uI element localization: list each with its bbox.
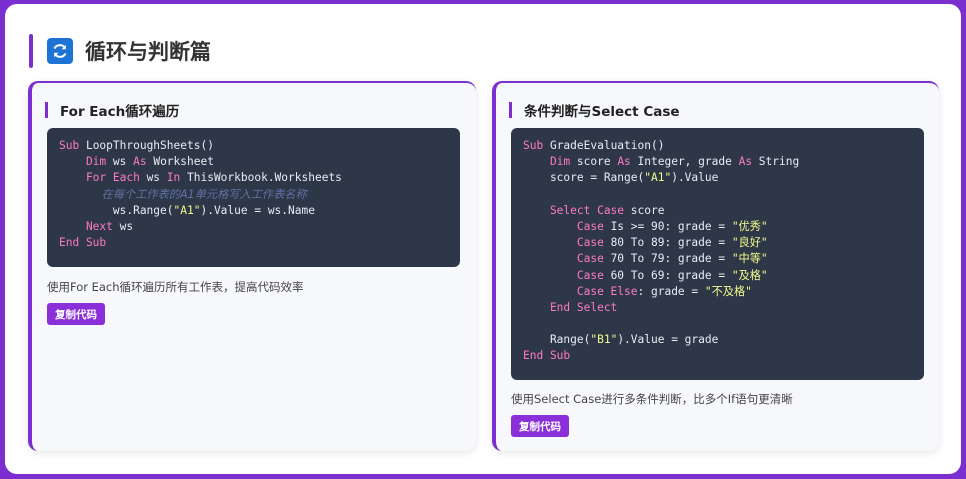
code-line: Case 70 To 79: grade = "中等" [523, 251, 912, 267]
code-token: 80 To 89: grade = [610, 236, 732, 250]
code-token: As [133, 155, 154, 169]
code-token: LoopThroughSheets() [85, 139, 214, 152]
copy-code-button[interactable]: 复制代码 [511, 415, 569, 437]
card-description: 使用For Each循环遍历所有工作表，提高代码效率 [47, 280, 304, 294]
code-token: ).Value = grade [617, 333, 719, 347]
code-line: End Sub [59, 235, 448, 251]
code-line: Sub LoopThroughSheets() [59, 138, 448, 154]
code-token: Case [523, 236, 611, 250]
code-token: 60 To 69: grade = [610, 268, 732, 282]
code-token: "良好" [731, 236, 768, 250]
code-line: Sub GradeEvaluation() [523, 138, 912, 154]
code-token: score = Range( [523, 171, 645, 185]
code-token: Case [523, 219, 611, 233]
code-token: As [617, 155, 638, 169]
code-token: Sub [523, 139, 550, 152]
code-token: 70 To 79: grade = [610, 252, 732, 266]
code-token: score [630, 203, 665, 217]
card-accent-bar [45, 102, 48, 118]
code-token: Case [523, 252, 611, 266]
section-header: 循环与判断篇 [29, 34, 211, 68]
card-description: 使用Select Case进行多条件判断，比多个If语句更清晰 [511, 392, 793, 406]
code-token: Case Else [523, 284, 638, 298]
code-line: End Select [523, 300, 912, 316]
card-title: 条件判断与Select Case [524, 104, 680, 120]
code-line: Case 80 To 89: grade = "良好" [523, 235, 912, 251]
refresh-icon [47, 38, 73, 64]
code-token: : grade = [637, 284, 705, 298]
code-token: 在每个工作表的A1单元格写入工作表名称 [59, 187, 307, 201]
code-token: GradeEvaluation() [549, 139, 665, 152]
card-header: 条件判断与Select Case [509, 101, 680, 120]
code-token: ).Value = ws.Name [200, 203, 315, 217]
code-line: Dim score As Integer, grade As String [523, 154, 912, 170]
code-token: Dim [523, 155, 577, 169]
code-token: ThisWorkbook.Worksheets [187, 171, 342, 185]
code-line: score = Range("A1").Value [523, 170, 912, 186]
code-token: End Sub [523, 349, 571, 363]
code-token: Select Case [523, 203, 631, 217]
code-token: In [166, 171, 187, 185]
card-for-each: For Each循环遍历 Sub LoopThroughSheets() Dim… [28, 81, 476, 451]
code-token: ws [112, 155, 134, 169]
copy-code-button[interactable]: 复制代码 [47, 303, 105, 325]
code-line: Case Else: grade = "不及格" [523, 284, 912, 300]
code-line: Range("B1").Value = grade [523, 332, 912, 348]
code-block: Sub GradeEvaluation() Dim score As Integ… [511, 128, 924, 380]
code-line: 在每个工作表的A1单元格写入工作表名称 [59, 187, 448, 203]
card-select-case: 条件判断与Select Case Sub GradeEvaluation() D… [492, 81, 939, 451]
code-token: Worksheet [153, 155, 214, 169]
code-line: Case 60 To 69: grade = "及格" [523, 268, 912, 284]
code-block: Sub LoopThroughSheets() Dim ws As Worksh… [47, 128, 460, 267]
code-token: End Select [523, 300, 618, 314]
code-token: "优秀" [731, 219, 768, 233]
code-token: Next [59, 219, 120, 233]
code-token: Is >= 90: grade = [610, 219, 732, 233]
code-token: score [576, 155, 618, 169]
code-line: Next ws [59, 219, 448, 235]
code-token: "A1" [644, 171, 672, 185]
code-line: For Each ws In ThisWorkbook.Worksheets [59, 170, 448, 186]
code-token: ).Value [671, 171, 719, 185]
code-token: Range( [523, 333, 591, 347]
code-token: "中等" [731, 252, 768, 266]
code-line: End Sub [523, 348, 912, 364]
code-token: Dim [59, 155, 113, 169]
code-token: "及格" [731, 268, 768, 282]
code-token: Case [523, 268, 611, 282]
card-header: For Each循环遍历 [45, 101, 180, 120]
code-token: String [758, 155, 800, 169]
code-token: Integer, grade [637, 155, 739, 169]
code-line: ws.Range("A1").Value = ws.Name [59, 203, 448, 219]
code-line: Select Case score [523, 203, 912, 219]
code-token: ws [146, 171, 167, 185]
code-token: "A1" [173, 203, 201, 217]
code-token: As [738, 155, 759, 169]
code-token: ws [119, 219, 134, 233]
code-token: "不及格" [704, 284, 752, 298]
code-token: "B1" [590, 333, 618, 347]
code-token: ws.Range( [59, 203, 174, 217]
page-frame: 循环与判断篇 For Each循环遍历 Sub LoopThroughSheet… [5, 4, 961, 474]
section-title: 循环与判断篇 [85, 40, 211, 64]
code-token: End Sub [59, 236, 107, 250]
card-accent-bar [509, 102, 512, 118]
code-line: Dim ws As Worksheet [59, 154, 448, 170]
code-token: Sub [59, 139, 86, 152]
section-accent-bar [29, 34, 33, 68]
code-token: For Each [59, 171, 147, 185]
card-title: For Each循环遍历 [60, 104, 180, 120]
code-line: Case Is >= 90: grade = "优秀" [523, 219, 912, 235]
